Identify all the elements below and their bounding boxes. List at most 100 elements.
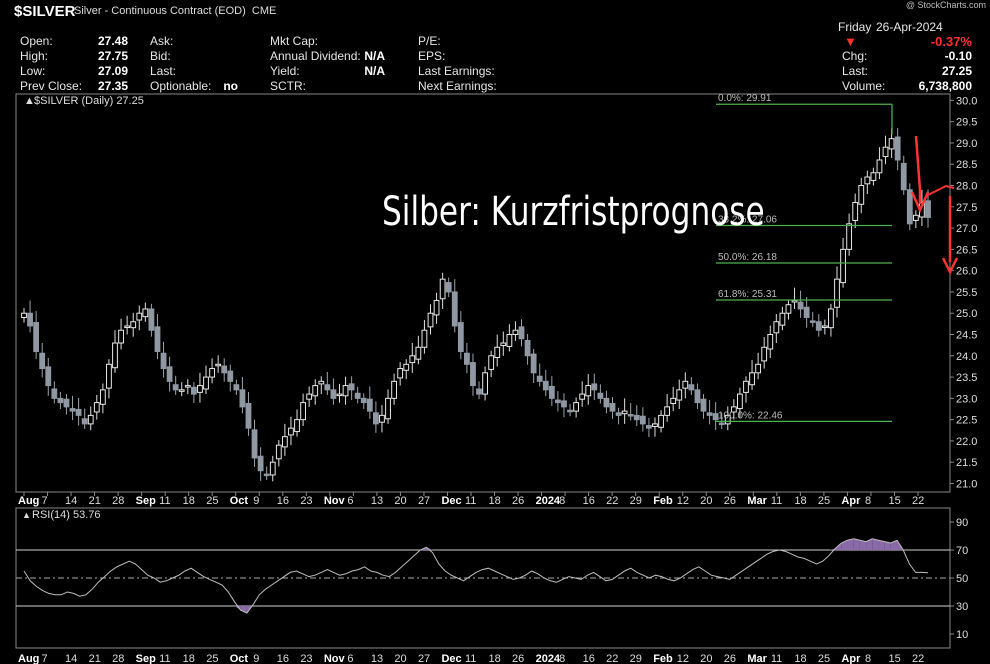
- rsi-x-tick-label: 11: [465, 653, 476, 664]
- rsi-x-tick-label: Apr: [841, 653, 861, 664]
- candle-body: [215, 363, 222, 367]
- candle-body: [269, 461, 276, 476]
- rsi-x-tick-label: 26: [724, 653, 736, 664]
- candle-body: [755, 363, 762, 374]
- candle-body: [27, 312, 33, 327]
- candle-body: [39, 352, 46, 370]
- candle-body: [870, 172, 877, 181]
- candle-body: [239, 389, 246, 408]
- x-tick-label: Oct: [230, 495, 249, 507]
- candle-body: [658, 414, 664, 428]
- rsi-x-tick-label: 18: [489, 653, 501, 664]
- rsi-x-tick-label: 20: [700, 653, 712, 664]
- candle-body: [779, 312, 786, 326]
- y-tick-label: 27.0: [956, 223, 977, 235]
- candle-body: [233, 384, 240, 391]
- rsi-x-tick-label: 29: [630, 653, 642, 664]
- candle-body: [348, 383, 355, 391]
- candle-body: [597, 392, 604, 399]
- candle-body: [81, 418, 88, 425]
- candle-body: [633, 414, 640, 421]
- rsi-x-tick-label: 16: [583, 653, 595, 664]
- candle-body: [45, 366, 52, 387]
- candle-body: [112, 342, 118, 369]
- candle-body: [555, 399, 561, 404]
- candle-body: [536, 375, 543, 382]
- y-tick-label: 25.0: [956, 308, 977, 320]
- rsi-legend: RSI(14) 53.76: [32, 509, 100, 521]
- candle-body: [99, 389, 106, 405]
- candle-body: [488, 355, 495, 370]
- candle-body: [773, 321, 780, 334]
- candle-body: [439, 278, 446, 300]
- candle-body: [166, 366, 173, 382]
- x-tick-label: 23: [300, 495, 312, 507]
- candle-body: [925, 200, 931, 218]
- candle-body: [87, 414, 94, 425]
- rsi-x-tick-label: Nov: [324, 653, 346, 664]
- candle-body: [615, 412, 622, 416]
- candle-body: [21, 312, 27, 318]
- candle-body: [749, 372, 755, 386]
- x-tick-label: Apr: [841, 495, 861, 507]
- candle-body: [828, 308, 834, 329]
- rsi-x-tick-label: 23: [300, 653, 312, 664]
- candle-body: [366, 398, 373, 412]
- candle-body: [281, 436, 288, 448]
- y-tick-label: 29.0: [956, 138, 977, 150]
- candle-body: [130, 321, 137, 329]
- candle-body: [300, 402, 306, 421]
- candle-body: [639, 415, 646, 425]
- candle-body: [888, 138, 895, 150]
- candle-body: [627, 414, 634, 417]
- candle-body: [209, 368, 215, 378]
- candle-body: [652, 423, 658, 427]
- y-tick-label: 21.0: [956, 478, 977, 490]
- rsi-x-tick-label: Sep: [136, 653, 156, 664]
- rsi-x-tick-label: 27: [418, 653, 430, 664]
- candle-body: [894, 136, 901, 161]
- rsi-x-tick-label: Mar: [747, 653, 767, 664]
- rsi-x-tick-label: 21: [89, 653, 101, 664]
- candle-body: [391, 380, 397, 399]
- candle-body: [682, 380, 689, 389]
- candle-body: [676, 389, 683, 401]
- candle-body: [263, 473, 270, 477]
- candle-body: [184, 385, 191, 388]
- candle-body: [548, 385, 555, 399]
- candle-body: [476, 388, 482, 395]
- candle-body: [330, 389, 337, 399]
- candle-body: [288, 427, 294, 436]
- x-tick-label: 9: [253, 495, 259, 507]
- candle-body: [706, 412, 713, 416]
- candle-body: [803, 306, 810, 318]
- y-tick-label: 26.5: [956, 244, 977, 256]
- y-tick-label: 27.5: [956, 202, 977, 214]
- candle-body: [118, 329, 124, 344]
- x-tick-label: 14: [65, 495, 77, 507]
- x-tick-label: 18: [489, 495, 501, 507]
- x-tick-label: 22: [606, 495, 618, 507]
- candle-body: [57, 397, 64, 404]
- fib-label: 50.0%: 26.18: [718, 252, 777, 263]
- x-tick-label: Nov: [324, 495, 346, 507]
- rsi-tick-label: 50: [956, 573, 968, 585]
- x-tick-label: 8: [865, 495, 871, 507]
- candle-body: [154, 326, 161, 353]
- rsi-tick-label: 90: [956, 517, 968, 529]
- red-arrow-line: [914, 135, 922, 204]
- x-tick-label: 6: [347, 495, 353, 507]
- y-tick-label: 24.0: [956, 351, 977, 363]
- rsi-x-tick-label: Dec: [441, 653, 461, 664]
- candle-body: [342, 385, 349, 397]
- rsi-x-tick-label: 6: [347, 653, 353, 664]
- candle-body: [834, 278, 840, 308]
- candle-body: [876, 159, 883, 174]
- y-tick-label: 29.5: [956, 117, 977, 129]
- y-tick-label: 23.0: [956, 393, 977, 405]
- candle-body: [221, 365, 228, 374]
- rsi-tick-label: 30: [956, 601, 968, 613]
- candle-body: [403, 363, 410, 371]
- y-tick-label: 30.0: [956, 95, 977, 107]
- fib-label: 61.8%: 25.31: [718, 289, 777, 300]
